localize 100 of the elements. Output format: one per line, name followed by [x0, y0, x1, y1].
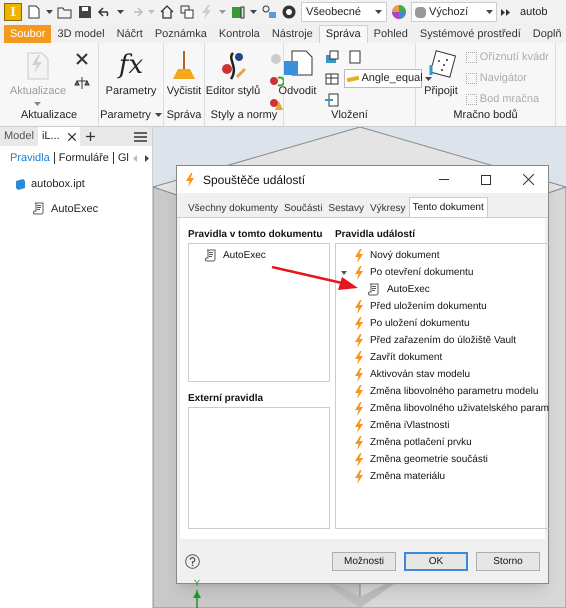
ribbon-tab[interactable]: Doplň [526, 25, 566, 43]
lightning-icon [354, 350, 364, 364]
scroll-right-icon[interactable] [144, 154, 149, 162]
dialog-tab[interactable]: Tento dokument [408, 197, 488, 217]
command-icon [466, 94, 477, 105]
caret-icon[interactable] [375, 10, 382, 14]
section-heading: Externí pravidla [188, 392, 264, 405]
ribbon-tab[interactable]: Nástroje [266, 25, 319, 43]
ribbon-tool-button[interactable]: Editor stylů [204, 49, 262, 100]
ribbon-tab[interactable]: Pohled [368, 25, 414, 43]
panel-title[interactable]: Vložení [284, 105, 415, 125]
lightning-icon [354, 300, 364, 314]
appearance-dropdown[interactable]: Výchozí [411, 2, 497, 22]
event-item[interactable]: Změna materiálu [340, 468, 549, 485]
ribbon-tab[interactable]: Systémové prostředí [414, 25, 527, 43]
caret-icon[interactable] [424, 76, 432, 80]
ribbon-tab[interactable]: Správa [318, 25, 368, 43]
windows-icon[interactable] [179, 4, 195, 20]
caret-icon[interactable] [154, 113, 162, 117]
event-item[interactable]: Zavřít dokument [340, 349, 549, 366]
lightning-icon [354, 452, 364, 466]
dialog-button[interactable]: Možnosti [332, 552, 396, 570]
caret-icon[interactable] [46, 10, 53, 14]
lightning-icon [354, 248, 364, 262]
ribbon-tab[interactable]: Kontrola [212, 25, 266, 43]
event-item[interactable]: Změna geometrie součásti [340, 451, 549, 468]
attach-icon[interactable] [324, 92, 340, 108]
command-icon [466, 52, 477, 63]
ribbon-tool-button[interactable]: Vyčistit [164, 49, 204, 100]
ball-icon[interactable] [281, 4, 297, 20]
event-rule-item[interactable]: AutoExec [368, 281, 430, 298]
ribbon-tool-button[interactable]: Připojit [422, 49, 460, 100]
event-item[interactable]: Nový dokument [340, 247, 549, 264]
function-icon: fx [118, 49, 144, 81]
save-icon[interactable] [77, 4, 93, 20]
rules-subtab[interactable]: Pravidla [10, 150, 50, 166]
tools-icon[interactable] [74, 51, 90, 67]
dialog-tab[interactable]: Součásti [281, 199, 326, 217]
scales-icon[interactable] [74, 75, 90, 91]
caret-icon[interactable] [117, 10, 124, 14]
rules-subtab[interactable]: Gl [118, 150, 129, 166]
lightning-icon [354, 384, 364, 398]
maximize-icon[interactable] [481, 174, 491, 184]
panel-title[interactable]: Správa [164, 105, 204, 125]
ribbon-tab[interactable]: Náčrt [110, 25, 149, 43]
event-item[interactable]: Před zařazením do úložiště Vault [340, 332, 549, 349]
cube-icon [14, 178, 26, 190]
tree-item[interactable]: AutoExec [14, 200, 152, 217]
table-icon[interactable] [324, 70, 340, 86]
dialog-tab[interactable]: Sestavy [325, 199, 367, 217]
ribbon-tool-button[interactable]: fx Parametry [104, 49, 158, 100]
panel-title[interactable]: Mračno bodů [416, 105, 555, 125]
scroll-icon [205, 249, 218, 262]
section-heading: Pravidla událostí [335, 228, 416, 241]
event-item[interactable]: Změna iVlastnosti [340, 417, 549, 434]
axis-label: Y [194, 579, 200, 588]
ribbon-tool-button[interactable]: Odvodit [276, 49, 318, 100]
dialog-tab[interactable]: Výkresy [367, 199, 409, 217]
new-file-icon[interactable] [26, 4, 42, 20]
caret-icon[interactable] [486, 10, 493, 14]
command-icon [466, 73, 477, 84]
menu-icon[interactable] [134, 132, 147, 142]
dialog-button[interactable]: OK [404, 552, 468, 570]
event-item[interactable]: Před uložením dokumentu [340, 298, 549, 315]
lightning-icon [354, 436, 364, 450]
overflow-icon[interactable] [501, 8, 510, 16]
panel-title[interactable]: Parametry [99, 105, 163, 125]
panel-title[interactable]: Styly a normy [205, 105, 283, 125]
dialog-button[interactable]: Storno [476, 552, 540, 570]
help-icon[interactable] [185, 554, 200, 568]
event-item[interactable]: Změna libovolného uživatelského param [340, 400, 549, 417]
style-dropdown[interactable]: Všeobecné [301, 2, 387, 22]
add-icon[interactable] [86, 132, 95, 141]
dialog-title: Spouštěče událostí [203, 172, 306, 188]
home-icon[interactable] [159, 4, 175, 20]
dialog-tab[interactable]: Všechny dokumenty [185, 199, 282, 217]
event-item[interactable]: Po otevření dokumentu [340, 264, 549, 281]
ribbon-tab[interactable]: 3D model [51, 25, 111, 43]
tree-item[interactable]: autobox.ipt [14, 176, 152, 192]
panel-tab[interactable]: iL... [38, 127, 64, 146]
event-item[interactable]: Změna libovolného parametru modelu [340, 383, 549, 400]
box-icon[interactable] [230, 4, 246, 20]
lightning-icon [354, 418, 364, 432]
event-item[interactable]: Po uložení dokumentu [340, 315, 549, 332]
panel-title[interactable]: Aktualizace [0, 105, 98, 125]
lightning-icon [354, 368, 364, 382]
event-item[interactable]: Změna potlačení prvku [340, 434, 549, 451]
lightning-icon [354, 334, 364, 348]
lightning-icon [354, 402, 364, 416]
rules-subtab[interactable]: Formuláře [58, 150, 109, 166]
color-wheel-icon[interactable] [391, 4, 407, 20]
caret-icon[interactable] [250, 10, 257, 14]
insert-icon[interactable] [324, 49, 340, 65]
rule-item[interactable]: AutoExec [205, 248, 266, 263]
close-icon[interactable] [68, 132, 76, 140]
close-icon[interactable] [523, 174, 534, 185]
panel-tab[interactable]: Model [0, 127, 38, 146]
window-title: autob [520, 4, 548, 20]
ribbon-tab[interactable]: Poznámka [148, 25, 213, 43]
event-item[interactable]: Aktivován stav modelu [340, 366, 549, 383]
